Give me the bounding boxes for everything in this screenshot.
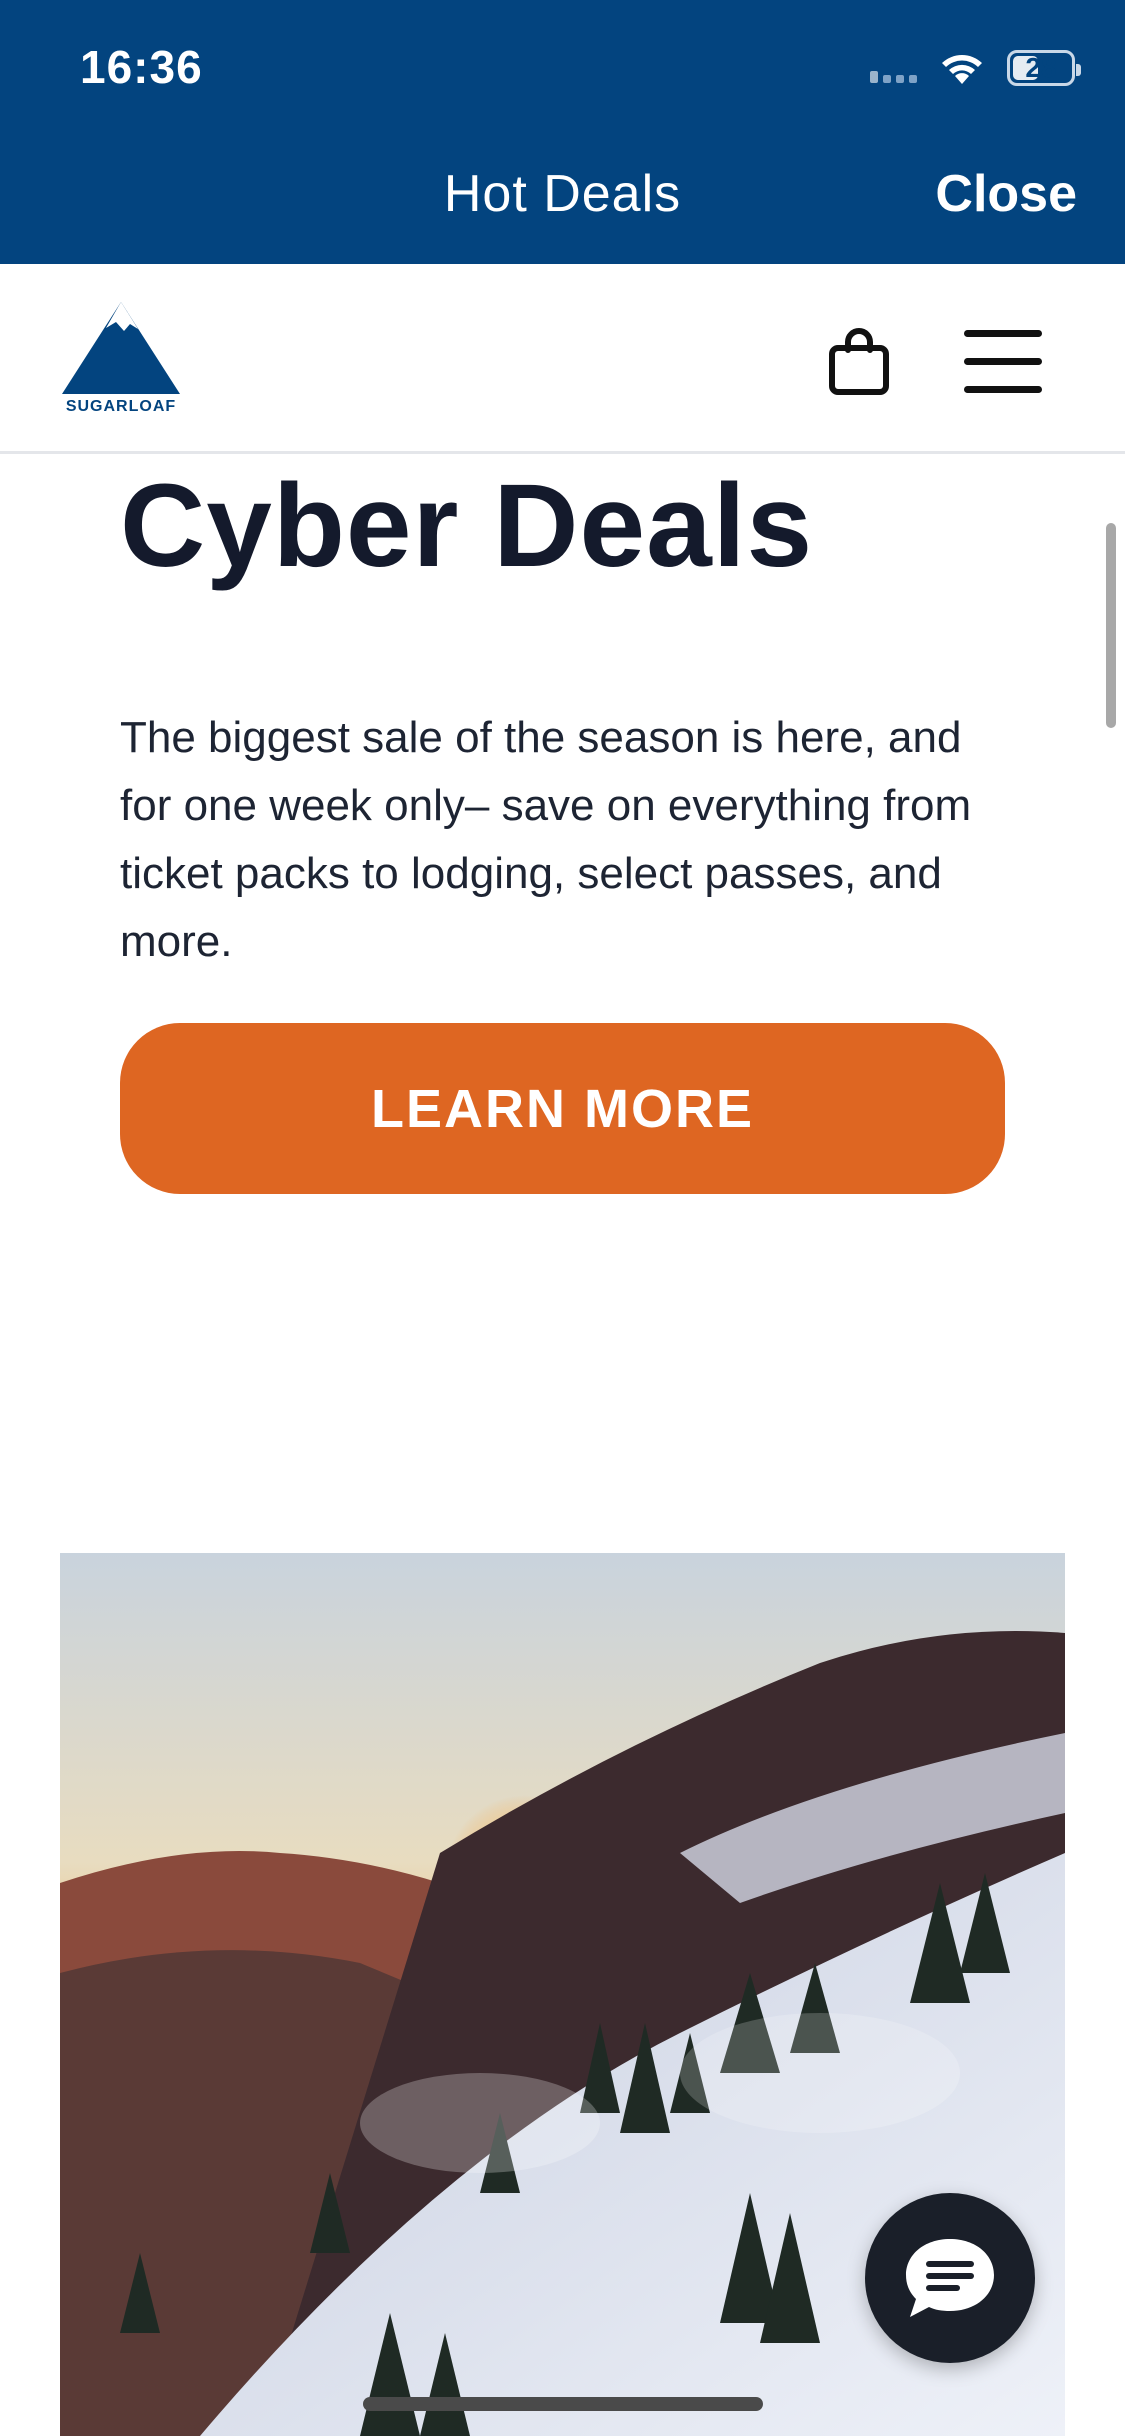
sugarloaf-logo[interactable]: SUGARLOAF (58, 298, 184, 418)
status-time: 16:36 (80, 41, 203, 93)
logo-text: SUGARLOAF (65, 398, 177, 415)
battery-level: 28 (1025, 52, 1057, 83)
modal-top-bar: 16:36 28 Hot Deals Close (0, 0, 1125, 264)
hamburger-menu-icon[interactable] (960, 324, 1046, 398)
status-icons: 28 (870, 46, 1081, 90)
shopping-bag-icon[interactable] (826, 326, 892, 398)
chat-icon (906, 2239, 994, 2317)
mountain-logo-icon (62, 302, 180, 394)
scrollbar[interactable] (1106, 523, 1116, 728)
site-header: SUGARLOAF (0, 264, 1125, 454)
wifi-icon (942, 55, 982, 84)
page-title: Cyber Deals (120, 460, 814, 592)
page-description: The biggest sale of the season is here, … (120, 713, 972, 966)
signal-icon (870, 53, 917, 83)
battery-icon: 28 (1007, 50, 1081, 86)
home-indicator (363, 2397, 763, 2411)
learn-more-button[interactable]: LEARN MORE (120, 1023, 1005, 1194)
close-button[interactable]: Close (935, 164, 1077, 224)
chat-button[interactable] (865, 2193, 1035, 2363)
